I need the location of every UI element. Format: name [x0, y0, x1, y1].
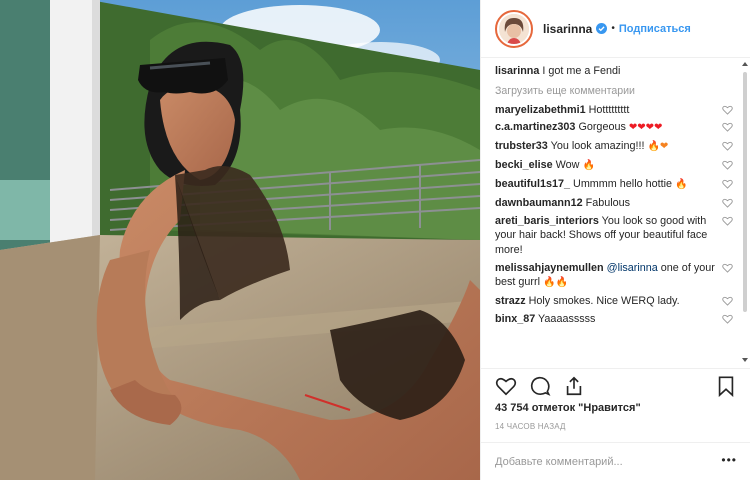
- comment-like-heart-icon[interactable]: [722, 314, 733, 324]
- comment-like-heart-icon[interactable]: [722, 105, 733, 115]
- add-comment-input[interactable]: [495, 453, 715, 471]
- comments-scrollbar[interactable]: [740, 58, 750, 368]
- load-more-comments-button[interactable]: Загрузить еще комментарии: [495, 85, 737, 97]
- comment-like-heart-icon[interactable]: [722, 179, 733, 189]
- comment-username[interactable]: trubster33: [495, 140, 548, 152]
- caption-text: I got me a Fendi: [542, 65, 621, 77]
- comment-text: Fabulous: [585, 196, 631, 209]
- heart-icon[interactable]: [495, 375, 517, 397]
- comment-text: Holy smokes. Nice WERQ lady.: [528, 295, 680, 308]
- scroll-up-arrow-icon[interactable]: [742, 62, 748, 66]
- post-sidebar: lisarinna • Подписаться lisarinna I got …: [480, 0, 750, 480]
- avatar-illustration-icon: [499, 13, 529, 44]
- avatar[interactable]: [495, 9, 533, 48]
- scrollbar-thumb[interactable]: [743, 72, 747, 312]
- instagram-post: lisarinna • Подписаться lisarinna I got …: [0, 0, 750, 480]
- post-timestamp[interactable]: 14 ЧАСОВ НАЗАД: [495, 422, 566, 431]
- comment-like-heart-icon[interactable]: [722, 263, 733, 273]
- header-username[interactable]: lisarinna: [543, 22, 592, 36]
- scroll-down-arrow-icon[interactable]: [742, 358, 748, 362]
- comment-username[interactable]: melissahjaynemullen: [495, 262, 604, 274]
- more-options-icon[interactable]: •••: [721, 453, 737, 467]
- post-photo-illustration: [0, 0, 480, 480]
- comment-item: c.a.martinez303 Gorgeous ❤❤❤❤: [495, 120, 737, 136]
- comment-username[interactable]: beautiful1s17_: [495, 178, 570, 190]
- comment-username[interactable]: c.a.martinez303: [495, 121, 575, 133]
- comments-list: lisarinna I got me a Fendi Загрузить еще…: [495, 64, 737, 364]
- comment-item: strazz Holy smokes. Nice WERQ lady.: [495, 294, 737, 309]
- header-separator: •: [611, 23, 615, 34]
- comment-text: Ummmm hello hottie: [573, 178, 673, 191]
- add-comment-form: •••: [481, 442, 750, 480]
- comment-like-heart-icon[interactable]: [722, 216, 733, 226]
- verified-badge-icon: [596, 23, 608, 34]
- comment-username[interactable]: binx_87: [495, 313, 535, 325]
- action-bar: [481, 368, 750, 402]
- comment-username[interactable]: strazz: [495, 295, 526, 307]
- comment-icon[interactable]: [529, 375, 551, 397]
- comment-item: beautiful1s17_ Ummmm hello hottie 🔥: [495, 177, 737, 193]
- caption-username[interactable]: lisarinna: [495, 65, 539, 77]
- comment-username[interactable]: areti_baris_interiors: [495, 215, 599, 227]
- comment-like-heart-icon[interactable]: [722, 160, 733, 170]
- comment-like-heart-icon[interactable]: [722, 141, 733, 152]
- comment-item: areti_baris_interiors You look so good w…: [495, 214, 737, 258]
- comment-username[interactable]: maryelizabethmi1: [495, 104, 586, 116]
- comment-text: Hottttttttt: [588, 103, 630, 116]
- comment-username[interactable]: dawnbaumann12: [495, 197, 583, 209]
- comment-item: dawnbaumann12 Fabulous: [495, 196, 737, 211]
- comment-emoji: ❤❤❤❤: [628, 122, 663, 134]
- comment-item: trubster33 You look amazing!!! 🔥❤: [495, 139, 737, 155]
- comment-emoji: 🔥🔥: [543, 277, 568, 289]
- comment-emoji: 🔥: [675, 179, 688, 191]
- share-icon[interactable]: [563, 375, 585, 397]
- comment-like-heart-icon[interactable]: [722, 296, 733, 306]
- post-photo[interactable]: [0, 0, 480, 480]
- likes-count[interactable]: 43 754 отметок "Нравится": [495, 402, 641, 414]
- comment-emoji: 🔥❤: [647, 141, 669, 153]
- comment-text: Wow: [555, 159, 580, 172]
- comment-like-heart-icon[interactable]: [722, 122, 733, 133]
- follow-button[interactable]: Подписаться: [619, 23, 691, 35]
- comment-emoji: 🔥: [582, 160, 595, 172]
- caption: lisarinna I got me a Fendi: [495, 64, 737, 79]
- comment-text: Yaaaasssss: [538, 313, 596, 326]
- comment-mention[interactable]: @lisarinna: [607, 262, 658, 274]
- comment-item: binx_87 Yaaaasssss: [495, 312, 737, 327]
- comment-item: melissahjaynemullen @lisarinna one of yo…: [495, 261, 737, 291]
- comment-text: Gorgeous: [578, 121, 626, 134]
- avatar-image: [499, 13, 529, 44]
- comment-item: becki_elise Wow 🔥: [495, 158, 737, 174]
- post-header: lisarinna • Подписаться: [481, 0, 750, 58]
- comment-like-heart-icon[interactable]: [722, 198, 733, 208]
- comment-text: You look amazing!!!: [550, 140, 645, 153]
- bookmark-icon[interactable]: [715, 375, 737, 397]
- comment-username[interactable]: becki_elise: [495, 159, 553, 171]
- comment-item: maryelizabethmi1 Hottttttttt: [495, 103, 737, 118]
